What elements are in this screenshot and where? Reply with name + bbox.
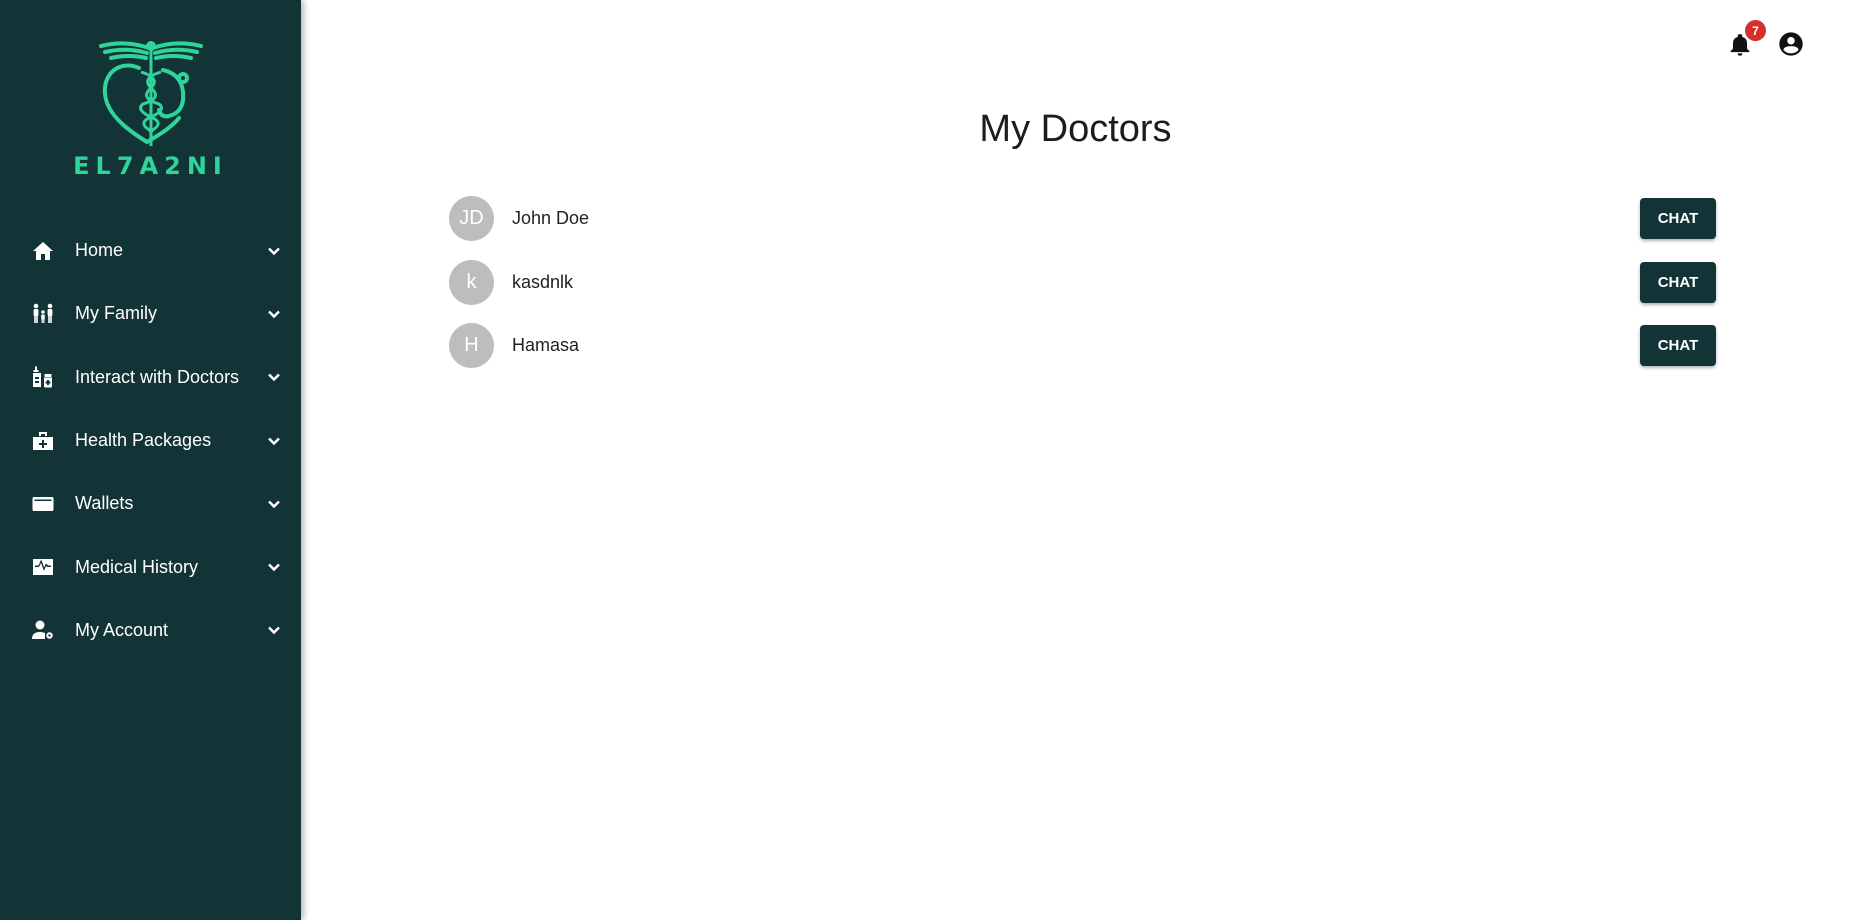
- page-title: My Doctors: [979, 108, 1172, 150]
- chevron-down-icon: [265, 621, 283, 639]
- sidebar-item-label: Wallets: [75, 493, 134, 514]
- sidebar-item-label: Health Packages: [75, 430, 212, 451]
- list-item: k kasdnlk CHAT: [449, 251, 1716, 315]
- chevron-down-icon: [265, 368, 283, 386]
- sidebar-item-label: Interact with Doctors: [75, 366, 240, 387]
- medicine-icon: [30, 364, 56, 390]
- chevron-down-icon: [265, 495, 283, 513]
- chat-button[interactable]: CHAT: [1640, 325, 1716, 367]
- sidebar-item-medical-history[interactable]: Medical History: [0, 535, 301, 598]
- avatar: H: [449, 323, 494, 369]
- sidebar-item-health-packages[interactable]: Health Packages: [0, 409, 301, 472]
- chat-button[interactable]: CHAT: [1640, 198, 1716, 240]
- doctor-name: kasdnlk: [512, 271, 574, 292]
- sidebar-item-label: Medical History: [75, 556, 199, 577]
- home-icon: [30, 238, 56, 264]
- sidebar-item-interact-with-doctors[interactable]: Interact with Doctors: [0, 346, 301, 409]
- avatar: JD: [449, 196, 494, 242]
- doctor-name: Hamasa: [512, 335, 580, 356]
- avatar: k: [449, 259, 494, 305]
- main-content: My Doctors JD John Doe CHAT k kasdnlk CH…: [301, 0, 1850, 920]
- brand-name: EL7A2NI: [73, 152, 228, 180]
- doctor-name: John Doe: [512, 208, 590, 229]
- heart-monitor-icon: [30, 554, 56, 580]
- sidebar: EL7A2NI Home My Family Interact with Doc…: [0, 0, 301, 920]
- chevron-down-icon: [265, 242, 283, 260]
- sidebar-nav: Home My Family Interact with Doctors Hea…: [0, 219, 301, 662]
- family-icon: [30, 301, 56, 327]
- sidebar-item-my-account[interactable]: My Account: [0, 599, 301, 662]
- chevron-down-icon: [265, 432, 283, 450]
- sidebar-item-label: My Family: [75, 303, 157, 324]
- list-item: JD John Doe CHAT: [449, 187, 1716, 251]
- brand-logo[interactable]: EL7A2NI: [0, 38, 301, 188]
- sidebar-item-label: My Account: [75, 619, 169, 640]
- wallet-icon: [30, 491, 56, 517]
- doctor-list: JD John Doe CHAT k kasdnlk CHAT H Hamasa…: [449, 187, 1716, 378]
- medical-kit-icon: [30, 428, 56, 454]
- user-settings-icon: [30, 617, 56, 643]
- app-root: EL7A2NI Home My Family Interact with Doc…: [0, 0, 1850, 920]
- chat-button[interactable]: CHAT: [1640, 261, 1716, 303]
- sidebar-item-home[interactable]: Home: [0, 219, 301, 282]
- list-item: H Hamasa CHAT: [449, 314, 1716, 378]
- chevron-down-icon: [265, 558, 283, 576]
- caduceus-heart-logo-icon: [98, 41, 203, 146]
- sidebar-item-label: Home: [75, 240, 124, 261]
- sidebar-item-my-family[interactable]: My Family: [0, 282, 301, 345]
- sidebar-item-wallets[interactable]: Wallets: [0, 472, 301, 535]
- chevron-down-icon: [265, 305, 283, 323]
